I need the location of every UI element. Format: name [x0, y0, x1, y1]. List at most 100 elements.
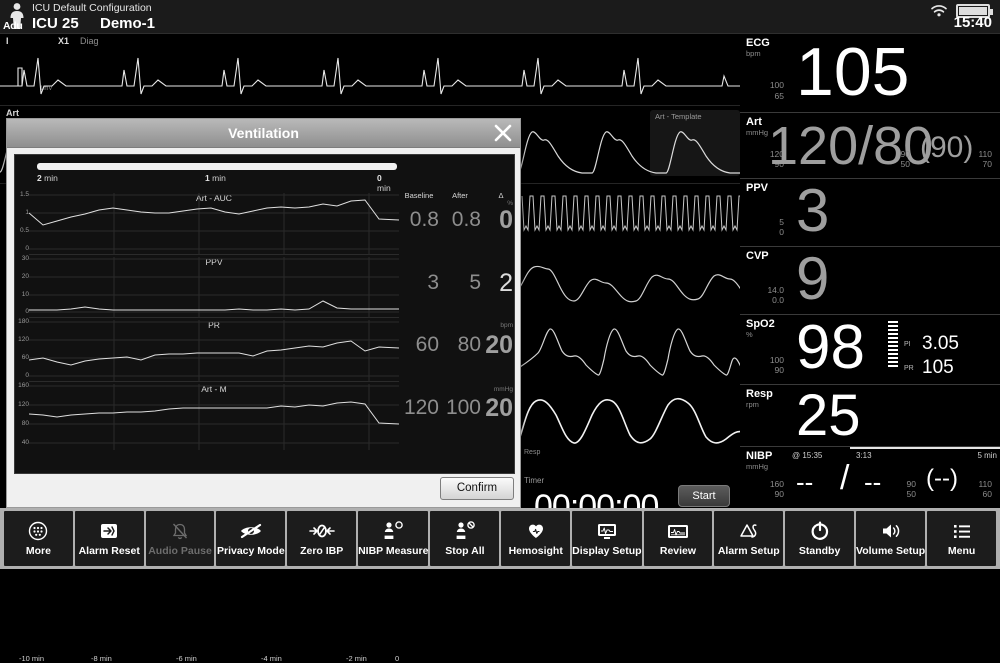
vital-alt-high-art: 110 — [978, 149, 992, 159]
nibp-mean-low: 50 — [906, 489, 916, 499]
column-header-baseline: Baseline — [404, 191, 434, 200]
vital-value-ppv: 3 — [796, 177, 830, 244]
vital-unit-art: mmHg — [746, 128, 769, 137]
progress-mid-unit: min — [212, 173, 226, 183]
monitor-icon — [596, 520, 618, 542]
ytick-pr-1: 120 — [18, 336, 29, 343]
progress-mid-value: 1 — [205, 173, 210, 183]
close-icon[interactable] — [492, 122, 514, 144]
vital-mean-high-art: 90 — [900, 149, 910, 159]
heart-hand-icon — [526, 520, 546, 542]
vital-limit-low-ppv: 0 — [779, 227, 784, 237]
nibp-mean-high: 90 — [906, 479, 916, 489]
toolbar-label-stop-all: Stop All — [445, 545, 485, 557]
vital-tile-cvp[interactable]: CVP 14.0 0.0 9 — [740, 246, 1000, 314]
vital-limit-high-spo2: 100 — [769, 355, 784, 365]
ytick-art-auc-0: 1.5 — [19, 191, 29, 198]
vital-limit-high-ppv: 5 — [779, 217, 784, 227]
trend-graph-pr[interactable]: PR 180 120 60 0 — [18, 318, 399, 382]
toolbar-button-nibp-measure[interactable]: NIBP Measure — [358, 511, 429, 566]
toolbar-button-privacy-mode[interactable]: Privacy Mode — [216, 511, 286, 566]
ytick-pr-0: 180 — [18, 318, 29, 325]
patient-name[interactable]: Demo-1 — [100, 15, 155, 32]
ytick-art-auc-2: 0.5 — [19, 227, 29, 234]
stop-all-icon — [454, 520, 476, 542]
toolbar-label-display-setup: Display Setup — [572, 545, 642, 557]
toolbar-label-privacy-mode: Privacy Mode — [216, 545, 285, 557]
patient-type[interactable]: Adu — [3, 20, 23, 32]
toolbar-label-audio-pause: Audio Pause — [148, 545, 212, 557]
waveform-row-ecg[interactable]: I X1 Diag 1mV — [0, 34, 740, 106]
bed-id[interactable]: ICU 25 — [32, 15, 79, 32]
toolbar-label-review: Review — [659, 545, 697, 557]
xtick-2: -6 min — [176, 654, 197, 663]
pi-value: 3.05 — [922, 333, 959, 354]
vital-label-cvp: CVP — [746, 250, 769, 262]
speaker-icon — [880, 520, 902, 542]
progress-left-unit: min — [44, 173, 58, 183]
list-icon — [952, 520, 972, 542]
toolbar-button-stop-all[interactable]: Stop All — [430, 511, 500, 566]
after-art-m: 100 — [445, 396, 481, 419]
ytick-art-m-0: 160 — [18, 382, 29, 389]
toolbar-button-more[interactable]: More — [4, 511, 73, 566]
timer-start-button[interactable]: Start — [678, 485, 730, 507]
vital-limit-low-ecg: 65 — [774, 91, 784, 101]
vital-tile-nibp[interactable]: NIBP mmHg @ 15:35 3:13 5 min 160 90 -- /… — [740, 446, 1000, 508]
toolbar-button-volume-setup[interactable]: Volume Setup — [855, 511, 926, 566]
toolbar-button-alarm-reset[interactable]: Alarm Reset — [74, 511, 144, 566]
ventilation-progress[interactable]: 2 min 1 min 0 min — [37, 163, 397, 193]
top-status-bar: Adu ICU Default Configuration ICU 25 Dem… — [0, 0, 1000, 34]
toolbar-button-hemosight[interactable]: Hemosight — [501, 511, 571, 566]
toolbar-button-review[interactable]: Review — [643, 511, 713, 566]
vital-tile-art[interactable]: Art mmHg 120 90 120/80 90 50 (90) 110 70 — [740, 112, 1000, 178]
nibp-systolic: -- — [796, 467, 814, 497]
nibp-interval: 5 min — [977, 451, 997, 460]
vital-tile-spo2[interactable]: SpO2 % 100 90 98 PI 3.05 PR 105 — [740, 314, 1000, 384]
vital-tile-resp[interactable]: Resp rpm 25 — [740, 384, 1000, 446]
ytick-art-m-3: 40 — [21, 439, 29, 446]
delta-pr: 20 — [485, 331, 513, 359]
ytick-pr-2: 60 — [21, 354, 29, 361]
vital-tile-ecg[interactable]: ECG bpm 100 65 105 — [740, 34, 1000, 112]
toolbar-button-standby[interactable]: Standby — [785, 511, 854, 566]
ecg-lead-label: I — [6, 36, 9, 46]
nibp-diastolic: -- — [864, 467, 882, 497]
vital-tile-ppv[interactable]: PPV 5 0 3 — [740, 178, 1000, 246]
vital-limit-high-ecg: 100 — [769, 80, 784, 90]
progress-tick-mid: 1 min — [205, 173, 226, 183]
baseline-art-m: 120 — [403, 396, 439, 419]
toolbar-button-alarm-setup[interactable]: Alarm Setup — [714, 511, 784, 566]
ytick-pr-3: 0 — [25, 372, 29, 379]
trend-graph-art-auc[interactable]: Art - AUC 1.5 1 0.5 0 — [20, 191, 399, 255]
after-ppv: 5 — [469, 271, 481, 294]
confirm-button[interactable]: Confirm — [440, 477, 514, 500]
eye-off-icon — [239, 520, 263, 542]
clock: 15:40 — [953, 14, 992, 31]
zero-ibp-icon — [308, 520, 336, 542]
toolbar-label-nibp-measure: NIBP Measure — [358, 545, 429, 557]
vital-unit-ecg: bpm — [746, 49, 761, 58]
nibp-limit-low: 90 — [774, 489, 784, 499]
baseline-ppv: 3 — [427, 271, 439, 294]
trend-graph-ppv[interactable]: PPV 30 20 10 0 — [22, 255, 399, 318]
progress-right-value: 0 — [377, 173, 382, 183]
ppv-trace — [521, 195, 745, 232]
vital-value-ecg: 105 — [796, 34, 910, 110]
trend-line-art-m — [29, 384, 399, 450]
nibp-alt-low: 60 — [982, 489, 992, 499]
ytick-art-auc-3: 0 — [25, 245, 29, 252]
toolbar-button-zero-ibp[interactable]: Zero IBP — [287, 511, 357, 566]
ecg-trace — [0, 57, 740, 95]
trend-graph-art-m[interactable]: Art - M 160 120 80 40 -10 min -8 min -6 … — [18, 382, 399, 663]
toolbar-button-audio-pause[interactable]: Audio Pause — [145, 511, 215, 566]
nibp-progress-line — [850, 447, 1000, 449]
vital-value-resp: 25 — [796, 383, 861, 448]
ytick-art-m-1: 120 — [18, 401, 29, 408]
toolbar-button-menu[interactable]: Menu — [927, 511, 997, 566]
pr-label: PR — [904, 365, 914, 372]
toolbar-button-display-setup[interactable]: Display Setup — [572, 511, 642, 566]
toolbar-label-volume-setup: Volume Setup — [855, 545, 926, 557]
spo2-signal-bars — [888, 321, 898, 369]
vital-label-ecg: ECG — [746, 37, 770, 49]
